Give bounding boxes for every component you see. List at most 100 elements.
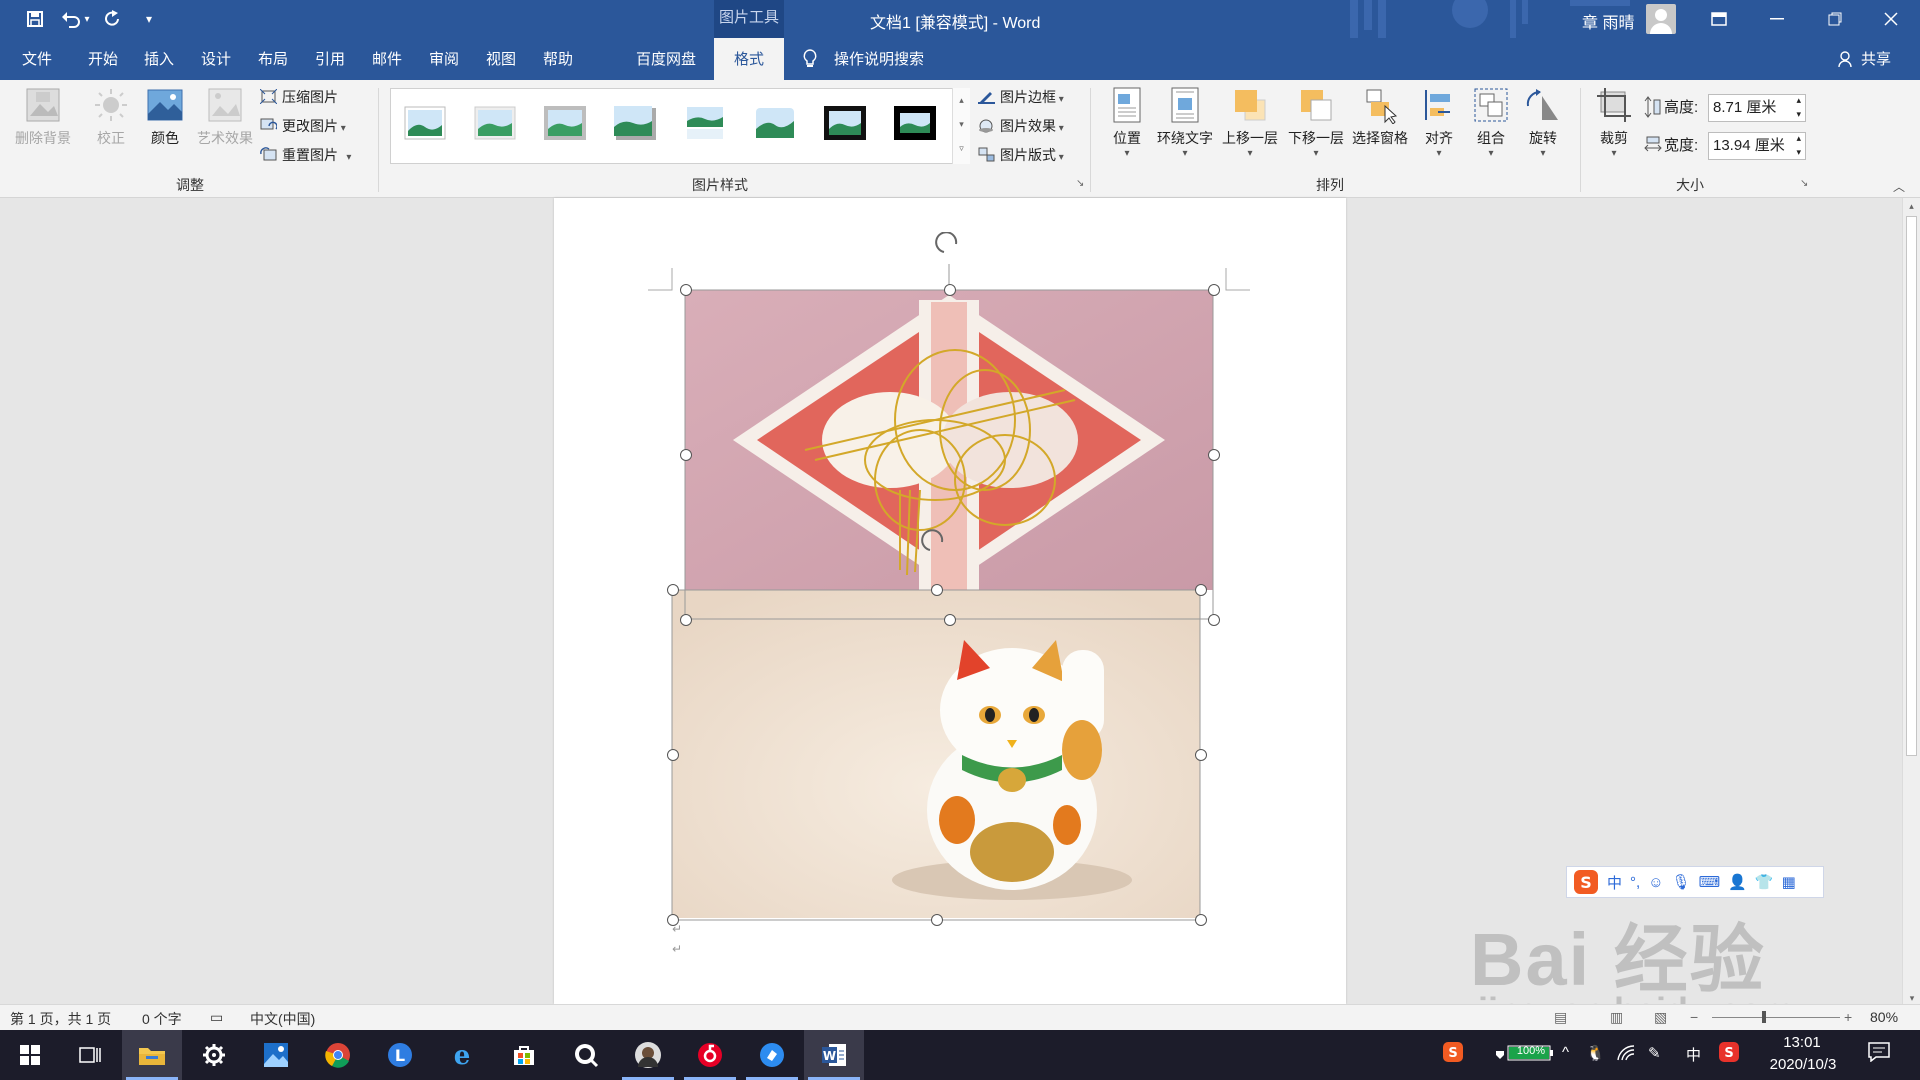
group-objects-button[interactable]: 组合 ▾ (1466, 86, 1516, 159)
picture-effects-button[interactable]: 图片效果 ▾ (978, 115, 1064, 137)
tab-format[interactable]: 格式 (714, 38, 784, 80)
notification-icon[interactable] (1868, 1042, 1890, 1066)
ime-mode[interactable]: 中 (1607, 872, 1622, 893)
tab-baidu-netdisk[interactable]: 百度网盘 (626, 38, 706, 80)
resize-handle[interactable] (667, 584, 679, 596)
resize-handle[interactable] (680, 614, 692, 626)
taskbar-chrome[interactable] (308, 1030, 368, 1080)
resize-handle[interactable] (944, 284, 956, 296)
redo-icon[interactable] (98, 6, 128, 32)
taskbar-settings[interactable] (184, 1030, 244, 1080)
user-icon[interactable]: 👤 (1728, 873, 1747, 891)
task-view-button[interactable] (60, 1030, 120, 1080)
share-button[interactable]: 共享 (1856, 38, 1896, 80)
save-icon[interactable] (20, 6, 50, 32)
compress-pictures-button[interactable]: 压缩图片 (260, 86, 338, 108)
resize-handle[interactable] (931, 914, 943, 926)
pen-icon[interactable]: ✎ (1648, 1044, 1661, 1062)
style-black-frame-icon[interactable] (823, 105, 867, 141)
scroll-down-icon[interactable]: ▾ (1903, 993, 1920, 1004)
send-backward-button[interactable]: 下移一层 ▾ (1284, 86, 1348, 159)
gallery-up-icon[interactable]: ▴ (953, 88, 970, 112)
crop-button[interactable]: 裁剪 ▾ (1592, 86, 1636, 159)
style-reflected-icon[interactable] (683, 105, 727, 141)
rotate-button[interactable]: 旋转 ▾ (1518, 86, 1568, 159)
selection-pane-button[interactable]: 选择窗格 (1348, 86, 1412, 148)
tab-mailings[interactable]: 邮件 (362, 38, 412, 80)
width-spinner-icon[interactable]: ▴ ▾ (1796, 131, 1801, 159)
wifi-icon[interactable] (1616, 1044, 1636, 1066)
clock-time[interactable]: 13:01 (1766, 1034, 1838, 1051)
wrap-text-button[interactable]: 环绕文字 ▾ (1152, 86, 1218, 159)
customize-icon[interactable]: ▾ (134, 6, 164, 32)
size-dialog-launcher-icon[interactable]: ↘ (1800, 178, 1808, 189)
tab-design[interactable]: 设计 (191, 38, 241, 80)
close-icon[interactable] (1862, 0, 1920, 38)
taskbar-store[interactable] (494, 1030, 554, 1080)
artistic-effects-button[interactable]: 艺术效果 (192, 86, 258, 148)
bring-forward-button[interactable]: 上移一层 ▾ (1218, 86, 1282, 159)
read-mode-icon[interactable]: ▤ (1554, 1009, 1567, 1026)
zoom-thumb[interactable] (1762, 1011, 1766, 1023)
height-spinner-icon[interactable]: ▴ ▾ (1796, 93, 1801, 121)
tab-help[interactable]: 帮助 (533, 38, 583, 80)
tab-file[interactable]: 文件 (12, 38, 62, 80)
resize-handle[interactable] (680, 284, 692, 296)
zoom-level[interactable]: 80% (1870, 1009, 1898, 1025)
zoom-in-icon[interactable]: + (1844, 1009, 1852, 1025)
taskbar-feishu[interactable] (742, 1030, 802, 1080)
tab-review[interactable]: 审阅 (419, 38, 469, 80)
width-input[interactable]: 13.94 厘米 ▴ ▾ (1708, 132, 1806, 160)
vertical-scrollbar[interactable]: ▴ ▾ (1902, 198, 1920, 1004)
avatar[interactable] (1646, 4, 1676, 34)
height-input[interactable]: 8.71 厘米 ▴ ▾ (1708, 94, 1806, 122)
scroll-thumb[interactable] (1906, 216, 1917, 756)
taskbar-photo-viewer[interactable] (618, 1030, 678, 1080)
style-soft-edge-icon[interactable] (473, 105, 517, 141)
picture-border-button[interactable]: 图片边框 ▾ (978, 86, 1064, 108)
color-button[interactable]: 颜色 (140, 86, 190, 148)
zoom-out-icon[interactable]: − (1690, 1009, 1698, 1025)
collapse-ribbon-icon[interactable]: ︿ (1893, 178, 1905, 195)
gallery-more-icon[interactable]: ▿ (953, 136, 970, 160)
skin-icon[interactable]: 👕 (1755, 873, 1774, 891)
align-button[interactable]: 对齐 ▾ (1414, 86, 1464, 159)
clock-date[interactable]: 2020/10/3 (1758, 1056, 1848, 1073)
web-layout-icon[interactable]: ▧ (1654, 1009, 1667, 1026)
taskbar-edge[interactable]: e (432, 1030, 492, 1080)
taskbar-app-l[interactable]: L (370, 1030, 430, 1080)
resize-handle[interactable] (1208, 449, 1220, 461)
taskbar-word[interactable]: W (804, 1030, 864, 1080)
tab-home[interactable]: 开始 (78, 38, 128, 80)
taskbar-file-explorer[interactable] (122, 1030, 182, 1080)
resize-handle[interactable] (667, 749, 679, 761)
picture-layout-button[interactable]: 图片版式 ▾ (978, 144, 1064, 166)
zoom-slider[interactable] (1712, 1017, 1840, 1018)
corrections-button[interactable]: 校正 (86, 86, 136, 148)
taskbar-photos[interactable] (246, 1030, 306, 1080)
resize-handle[interactable] (680, 449, 692, 461)
style-thick-matte-icon[interactable] (543, 105, 587, 141)
tray-qq-icon[interactable]: 🐧 (1586, 1044, 1605, 1062)
start-button[interactable] (0, 1030, 60, 1080)
tray-chevron-icon[interactable]: ^ (1562, 1044, 1569, 1061)
proofing-icon[interactable]: ▭ (210, 1009, 223, 1026)
resize-handle[interactable] (1208, 614, 1220, 626)
tray-sogou-skin-icon[interactable]: S (1718, 1041, 1740, 1067)
resize-handle[interactable] (1195, 584, 1207, 596)
language[interactable]: 中文(中国) (250, 1009, 315, 1029)
resize-handle[interactable] (1195, 749, 1207, 761)
toolbox-icon[interactable]: ▦ (1782, 873, 1796, 891)
tell-me-search[interactable]: 操作说明搜索 (834, 38, 934, 80)
picture-styles-gallery[interactable]: ▴ ▾ ▿ (390, 88, 970, 164)
position-button[interactable]: 位置 ▾ (1102, 86, 1152, 159)
user-name[interactable]: 章 雨晴 (1582, 9, 1634, 33)
print-layout-icon[interactable]: ▥ (1610, 1009, 1623, 1026)
emoji-icon[interactable]: ☺ (1648, 874, 1663, 891)
word-count[interactable]: 0 个字 (142, 1009, 182, 1029)
change-picture-button[interactable]: 更改图片 ▾ (260, 115, 346, 137)
reset-picture-button[interactable]: 重置图片 ▾ (260, 144, 351, 166)
taskbar-search-app[interactable] (556, 1030, 616, 1080)
resize-handle[interactable] (944, 614, 956, 626)
microphone-icon[interactable]: 🎙 (1672, 873, 1691, 891)
